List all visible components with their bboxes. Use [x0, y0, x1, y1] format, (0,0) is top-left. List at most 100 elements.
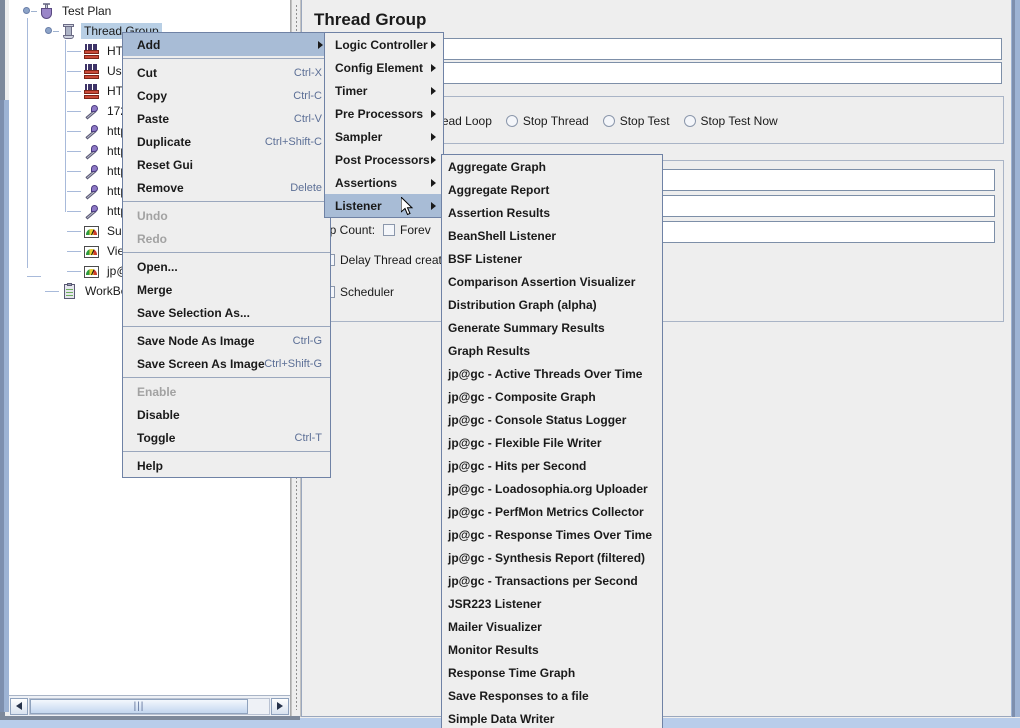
- listener-menu-item-jp-gc-perfmon-metrics-collector[interactable]: jp@gc - PerfMon Metrics Collector: [442, 500, 662, 523]
- listener-submenu[interactable]: Aggregate Graph Aggregate Report Assertion…: [441, 154, 663, 728]
- listener-menu-item-beanshell-listener[interactable]: BeanShell Listener: [442, 224, 662, 247]
- listener-menu-item-jp-gc-transactions-per-second[interactable]: jp@gc - Transactions per Second: [442, 569, 662, 592]
- menu-item-enable: Enable: [123, 380, 330, 403]
- listener-menu-item-assertion-results[interactable]: Assertion Results: [442, 201, 662, 224]
- add-menu-item-timer[interactable]: Timer: [325, 79, 443, 102]
- menu-item-label: Sampler: [335, 129, 383, 144]
- listener-menu-item-jp-gc-flexible-file-writer[interactable]: jp@gc - Flexible File Writer: [442, 431, 662, 454]
- listener-menu-item-aggregate-graph[interactable]: Aggregate Graph: [442, 155, 662, 178]
- listener-menu-item-jp-gc-active-threads-over-time[interactable]: jp@gc - Active Threads Over Time: [442, 362, 662, 385]
- menu-item-label: Assertions: [335, 175, 398, 190]
- tree-connector-stub: [67, 130, 81, 132]
- menu-item-toggle[interactable]: Toggle Ctrl-T: [123, 426, 330, 449]
- listener-menu-item-save-responses-to-a-file[interactable]: Save Responses to a file: [442, 684, 662, 707]
- listener-menu-item-jp-gc-composite-graph[interactable]: jp@gc - Composite Graph: [442, 385, 662, 408]
- listener-menu-item-mailer-visualizer[interactable]: Mailer Visualizer: [442, 615, 662, 638]
- listener-menu-item-jp-gc-response-times-over-time[interactable]: jp@gc - Response Times Over Time: [442, 523, 662, 546]
- listener-menu-item-distribution-graph-alpha[interactable]: Distribution Graph (alpha): [442, 293, 662, 316]
- add-menu-item-post-processors[interactable]: Post Processors: [325, 148, 443, 171]
- listener-menu-item-response-time-graph[interactable]: Response Time Graph: [442, 661, 662, 684]
- menu-item-save-selection-as[interactable]: Save Selection As...: [123, 301, 330, 324]
- tree-connector-stub: [67, 270, 81, 272]
- arrow-left-icon: [16, 702, 22, 710]
- listener-menu-item-comparison-assertion-visualizer[interactable]: Comparison Assertion Visualizer: [442, 270, 662, 293]
- add-menu-item-config-element[interactable]: Config Element: [325, 56, 443, 79]
- submenu-arrow-icon: [431, 132, 436, 141]
- radio-label: Stop Test Now: [700, 114, 778, 128]
- menu-item-reset-gui[interactable]: Reset Gui: [123, 153, 330, 176]
- sampler-icon: [83, 143, 100, 160]
- menu-item-label: Disable: [137, 407, 180, 422]
- menu-item-cut[interactable]: Cut Ctrl-X: [123, 61, 330, 84]
- menu-item-label: Save Node As Image: [137, 333, 255, 348]
- listener-menu-item-jp-gc-loadosophia-org-uploader[interactable]: jp@gc - Loadosophia.org Uploader: [442, 477, 662, 500]
- listener-icon: [83, 223, 100, 240]
- menu-item-label: Simple Data Writer: [448, 711, 555, 726]
- tree-connector-stub: [67, 210, 81, 212]
- forever-checkbox[interactable]: [383, 224, 396, 236]
- menu-item-open[interactable]: Open...: [123, 255, 330, 278]
- window-bottom-shadow: [0, 716, 300, 720]
- menu-item-label: jp@gc - PerfMon Metrics Collector: [448, 504, 644, 519]
- menu-item-label: BSF Listener: [448, 251, 523, 266]
- listener-menu-item-jp-gc-synthesis-report-filtered[interactable]: jp@gc - Synthesis Report (filtered): [442, 546, 662, 569]
- scroll-left-button[interactable]: [10, 697, 28, 715]
- menu-item-label: Remove: [137, 180, 184, 195]
- menu-item-merge[interactable]: Merge: [123, 278, 330, 301]
- config-element-icon: [83, 43, 100, 60]
- window-right-edge-inner: [1012, 0, 1015, 717]
- add-menu-item-logic-controller[interactable]: Logic Controller: [325, 33, 443, 56]
- add-menu-item-sampler[interactable]: Sampler: [325, 125, 443, 148]
- menu-item-label: Add: [137, 37, 161, 52]
- scrollbar-track[interactable]: |||: [29, 697, 270, 715]
- menu-item-add[interactable]: Add: [123, 33, 330, 56]
- listener-icon: [83, 263, 100, 280]
- listener-menu-item-graph-results[interactable]: Graph Results: [442, 339, 662, 362]
- menu-item-label: Generate Summary Results: [448, 320, 605, 335]
- scheduler-label: Scheduler: [340, 285, 395, 299]
- menu-item-label: Assertion Results: [448, 205, 551, 220]
- listener-menu-item-jp-gc-hits-per-second[interactable]: jp@gc - Hits per Second: [442, 454, 662, 477]
- listener-menu-item-jp-gc-console-status-logger[interactable]: jp@gc - Console Status Logger: [442, 408, 662, 431]
- menu-item-label: Distribution Graph (alpha): [448, 297, 597, 312]
- radio-stop-test-now[interactable]: Stop Test Now: [683, 114, 778, 128]
- menu-item-save-screen-as-image[interactable]: Save Screen As Image Ctrl+Shift-G: [123, 352, 330, 375]
- menu-item-label: Aggregate Report: [448, 182, 550, 197]
- menu-item-duplicate[interactable]: Duplicate Ctrl+Shift-C: [123, 130, 330, 153]
- listener-menu-item-simple-data-writer[interactable]: Simple Data Writer: [442, 707, 662, 728]
- listener-menu-item-aggregate-report[interactable]: Aggregate Report: [442, 178, 662, 201]
- menu-item-help[interactable]: Help: [123, 454, 330, 477]
- tree-connector-trunk: [27, 18, 28, 268]
- add-submenu[interactable]: Logic Controller Config Element Timer Pre P…: [324, 32, 444, 218]
- listener-menu-item-bsf-listener[interactable]: BSF Listener: [442, 247, 662, 270]
- tree-connector-workbench: [27, 276, 41, 277]
- menu-item-remove[interactable]: Remove Delete: [123, 176, 330, 199]
- add-menu-item-listener[interactable]: Listener: [325, 194, 443, 217]
- tree-context-menu[interactable]: Add Cut Ctrl-X Copy Ctrl-C Paste Ctrl-V Duplica…: [122, 32, 331, 478]
- listener-icon: [83, 243, 100, 260]
- add-menu-item-pre-processors[interactable]: Pre Processors: [325, 102, 443, 125]
- radio-stop-thread[interactable]: Stop Thread: [505, 114, 589, 128]
- submenu-arrow-icon: [431, 201, 436, 210]
- listener-menu-item-generate-summary-results[interactable]: Generate Summary Results: [442, 316, 662, 339]
- listener-menu-item-jsr223-listener[interactable]: JSR223 Listener: [442, 592, 662, 615]
- tree-expand-handle-icon[interactable]: [23, 6, 37, 16]
- listener-menu-item-monitor-results[interactable]: Monitor Results: [442, 638, 662, 661]
- tree-item-test-plan[interactable]: Test Plan: [23, 0, 114, 22]
- menu-item-redo: Redo: [123, 227, 330, 250]
- menu-item-label: Save Selection As...: [137, 305, 250, 320]
- add-menu-item-assertions[interactable]: Assertions: [325, 171, 443, 194]
- menu-item-disable[interactable]: Disable: [123, 403, 330, 426]
- menu-item-paste[interactable]: Paste Ctrl-V: [123, 107, 330, 130]
- menu-item-copy[interactable]: Copy Ctrl-C: [123, 84, 330, 107]
- thread-group-icon: [60, 23, 77, 40]
- scroll-right-button[interactable]: [271, 697, 289, 715]
- tree-expand-handle-icon[interactable]: [45, 26, 59, 36]
- menu-item-accelerator: Ctrl+Shift-C: [264, 135, 322, 148]
- menu-item-label: Timer: [335, 83, 368, 98]
- menu-item-save-node-as-image[interactable]: Save Node As Image Ctrl-G: [123, 329, 330, 352]
- radio-stop-test[interactable]: Stop Test: [602, 114, 670, 128]
- scrollbar-thumb[interactable]: |||: [30, 698, 248, 714]
- menu-item-label: Aggregate Graph: [448, 159, 547, 174]
- tree-horizontal-scrollbar[interactable]: |||: [9, 695, 290, 716]
